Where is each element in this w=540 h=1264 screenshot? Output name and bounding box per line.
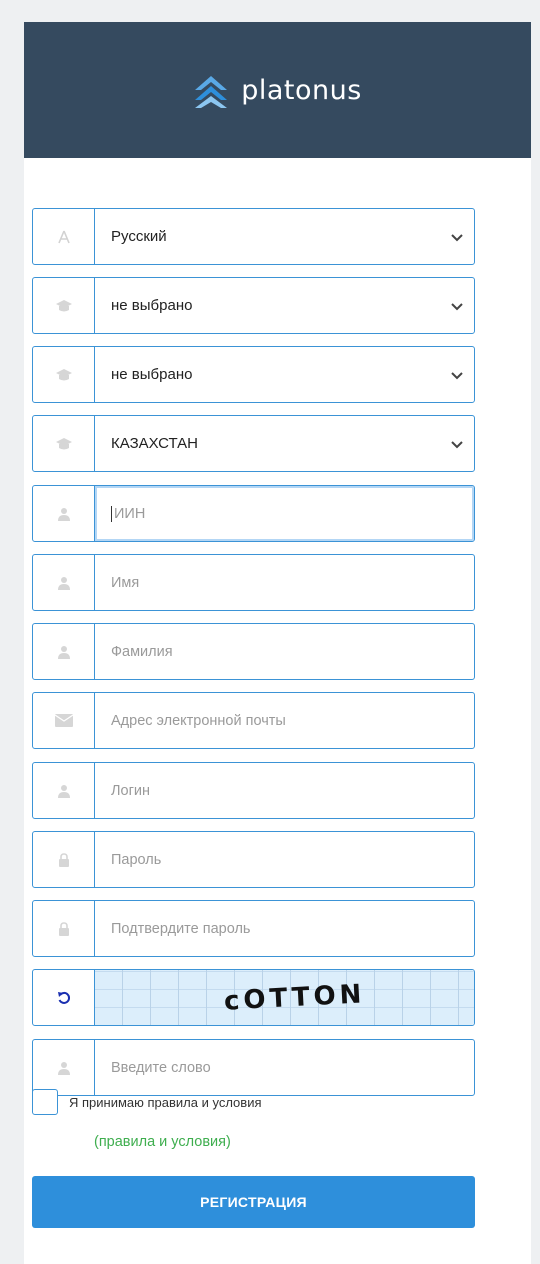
platonus-logo-icon [195,76,228,108]
user-icon [57,784,70,798]
language-select[interactable]: Русский [32,208,475,265]
language-select-value: Русский [111,228,167,245]
last-name-field[interactable]: Фамилия [32,623,475,680]
terms-link[interactable]: (правила и условия) [94,1134,231,1150]
confirm-password-field[interactable]: Подтвердите пароль [32,900,475,957]
lock-icon [58,852,69,867]
captcha-image: cOTTON [95,970,474,1025]
refresh-icon [57,991,70,1004]
email-placeholder: Адрес электронной почты [111,712,286,729]
user-icon [57,645,70,659]
first-name-input[interactable]: Имя [95,555,474,610]
captcha-row: cOTTON [32,969,475,1026]
email-field[interactable]: Адрес электронной почты [32,692,475,749]
first-name-placeholder: Имя [111,574,140,591]
captcha-refresh-button[interactable] [33,970,95,1025]
password-input[interactable]: Пароль [95,832,474,887]
login-placeholder: Логин [111,782,150,799]
graduation-cap-icon [55,299,72,311]
user-icon [57,1061,70,1075]
chevron-down-icon [451,441,463,449]
confirm-password-input[interactable]: Подтвердите пароль [95,901,474,956]
education-select-1[interactable]: не выбрано [32,277,475,334]
first-name-field[interactable]: Имя [32,554,475,611]
last-name-placeholder: Фамилия [111,643,173,660]
login-field[interactable]: Логин [32,762,475,819]
terms-checkbox[interactable] [32,1089,58,1115]
user-icon [57,507,70,521]
envelope-icon [54,714,73,727]
terms-row: Я принимаю правила и условия [32,1089,262,1115]
login-input[interactable]: Логин [95,763,474,818]
country-select[interactable]: КАЗАХСТАН [32,415,475,472]
captcha-input-field[interactable]: Введите слово [32,1039,475,1096]
terms-label: Я принимаю правила и условия [69,1094,262,1110]
education-select-2-value: не выбрано [111,366,193,383]
captcha-input-placeholder: Введите слово [111,1059,211,1076]
captcha-input[interactable]: Введите слово [95,1040,474,1095]
iin-input[interactable]: ИИН [95,486,474,541]
header-bar: platonus [24,22,531,158]
register-button[interactable]: РЕГИСТРАЦИЯ [32,1176,475,1228]
chevron-down-icon [451,372,463,380]
font-icon [57,230,70,243]
country-select-value: КАЗАХСТАН [111,435,198,452]
iin-field[interactable]: ИИН [32,485,475,542]
email-input[interactable]: Адрес электронной почты [95,693,474,748]
chevron-down-icon [451,234,463,242]
lock-icon [58,921,69,936]
confirm-password-placeholder: Подтвердите пароль [111,920,251,937]
iin-placeholder: ИИН [111,505,145,522]
brand-name: platonus [241,74,362,106]
chevron-down-icon [451,303,463,311]
last-name-input[interactable]: Фамилия [95,624,474,679]
education-select-1-value: не выбрано [111,297,193,314]
captcha-word: cOTTON [223,978,366,1017]
graduation-cap-icon [55,368,72,380]
graduation-cap-icon [55,437,72,449]
user-icon [57,576,70,590]
education-select-2[interactable]: не выбрано [32,346,475,403]
password-placeholder: Пароль [111,851,162,868]
password-field[interactable]: Пароль [32,831,475,888]
